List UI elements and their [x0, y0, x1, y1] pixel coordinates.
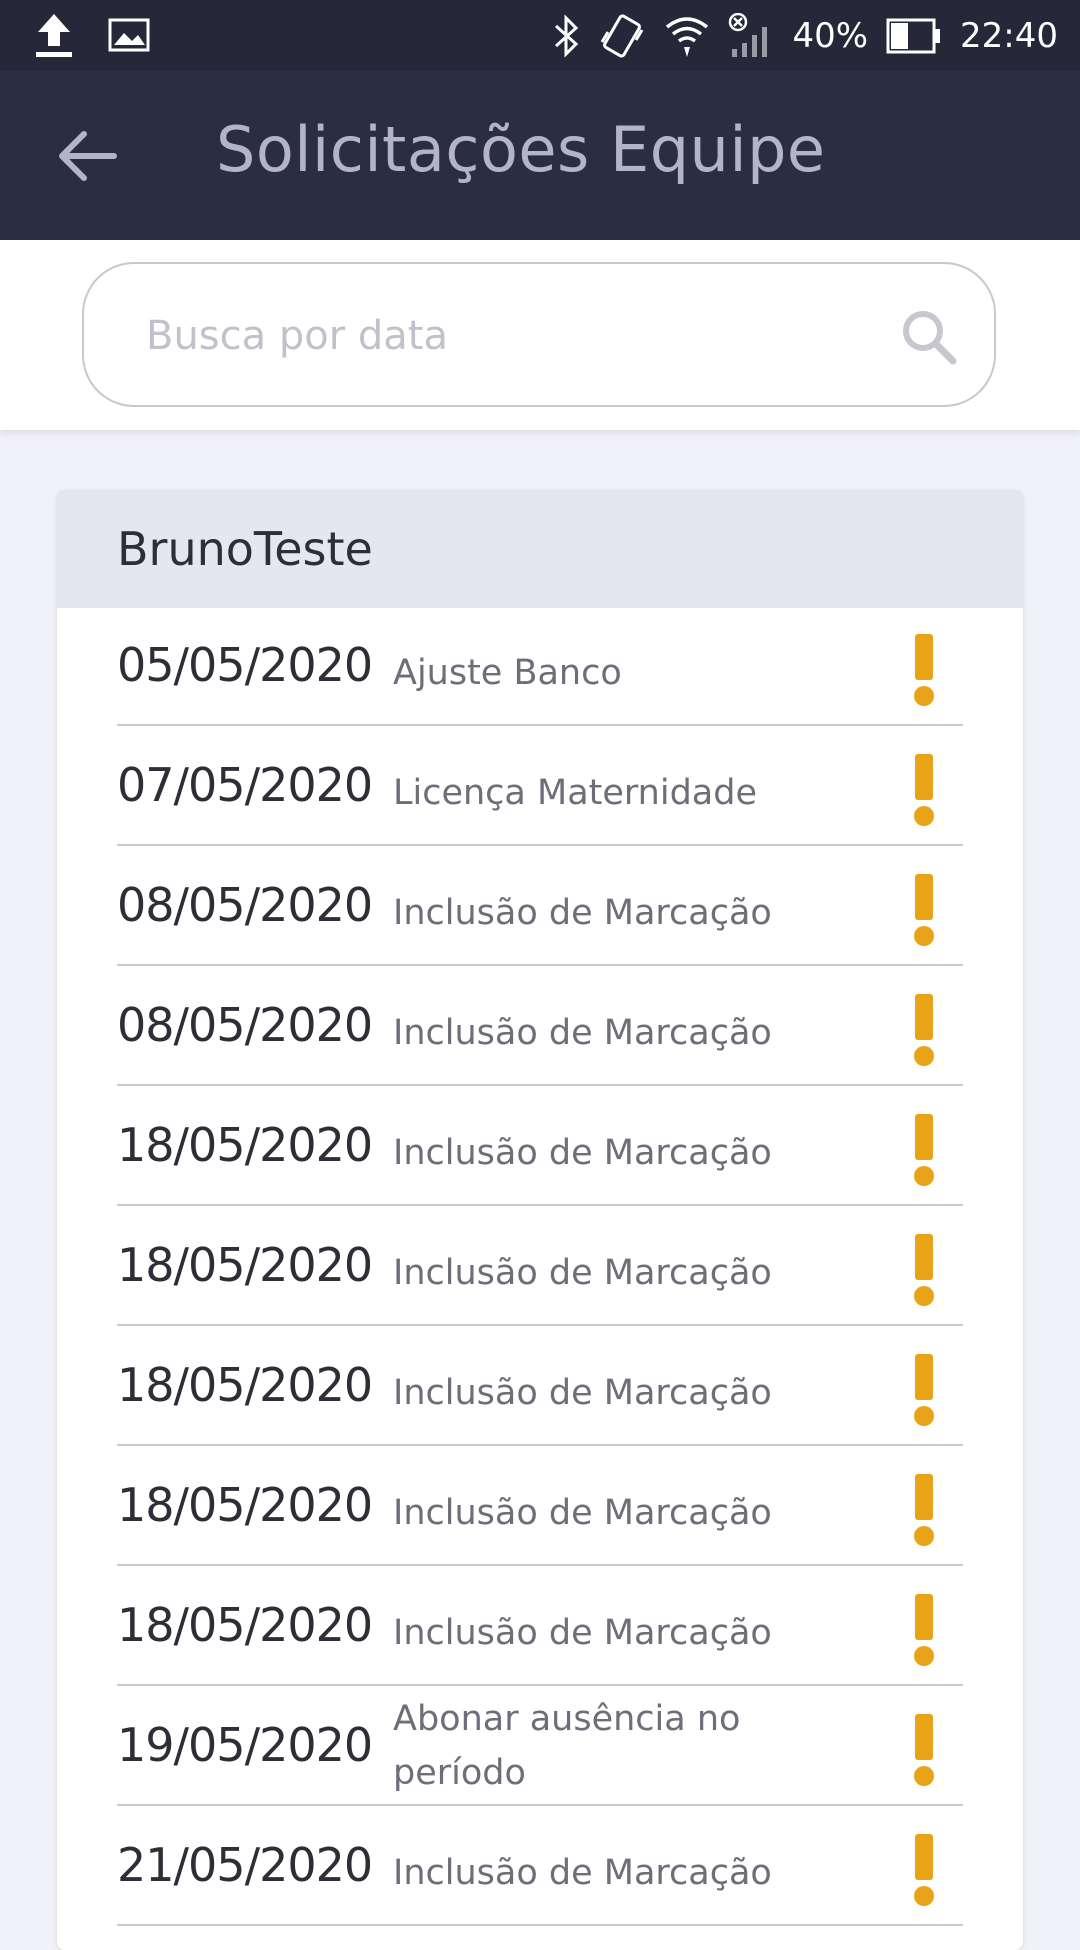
request-row[interactable]: 18/05/2020 Inclusão de Marcação — [117, 1568, 963, 1686]
search-area — [0, 240, 1080, 430]
battery-percent: 40% — [792, 16, 869, 56]
request-row[interactable]: 18/05/2020 Inclusão de Marcação — [117, 1448, 963, 1566]
exclamation-icon — [914, 874, 934, 946]
exclamation-icon — [914, 994, 934, 1066]
request-date: 08/05/2020 — [117, 998, 373, 1052]
battery-icon — [886, 18, 941, 54]
request-row[interactable]: 08/05/2020 Inclusão de Marcação — [117, 968, 963, 1086]
request-type: Abonar ausência no período — [393, 1699, 741, 1793]
signal-icon — [729, 13, 768, 57]
exclamation-icon — [914, 1834, 934, 1906]
page-title: Solicitações Equipe — [216, 113, 826, 186]
request-date: 05/05/2020 — [117, 638, 373, 692]
card-header: BrunoTeste — [57, 490, 1023, 608]
request-row[interactable]: 18/05/2020 Inclusão de Marcação — [117, 1088, 963, 1206]
exclamation-icon — [914, 1114, 934, 1186]
exclamation-icon — [914, 634, 934, 706]
request-type: Inclusão de Marcação — [393, 1613, 772, 1653]
exclamation-icon — [914, 1594, 934, 1666]
request-type: Ajuste Banco — [393, 653, 622, 693]
request-date: 18/05/2020 — [117, 1358, 373, 1412]
back-button[interactable] — [54, 123, 120, 189]
bluetooth-icon — [555, 14, 579, 58]
request-type: Licença Maternidade — [393, 773, 757, 813]
request-type: Inclusão de Marcação — [393, 1013, 772, 1053]
request-row[interactable]: 08/05/2020 Inclusão de Marcação — [117, 848, 963, 966]
request-type: Inclusão de Marcação — [393, 1373, 772, 1413]
search-box[interactable] — [82, 262, 996, 407]
status-bar: 40% 22:40 — [0, 0, 1080, 71]
request-row[interactable]: 07/05/2020 Licença Maternidade — [117, 728, 963, 846]
request-date: 21/05/2020 — [117, 1838, 373, 1892]
request-type: Inclusão de Marcação — [393, 1853, 772, 1893]
request-date: 18/05/2020 — [117, 1118, 373, 1172]
request-row[interactable]: 05/05/2020 Ajuste Banco — [117, 608, 963, 726]
request-date: 07/05/2020 — [117, 758, 373, 812]
request-row[interactable]: 18/05/2020 Inclusão de Marcação — [117, 1328, 963, 1446]
request-date: 18/05/2020 — [117, 1598, 373, 1652]
exclamation-icon — [914, 1474, 934, 1546]
wifi-icon — [666, 17, 709, 57]
request-type: Inclusão de Marcação — [393, 1493, 772, 1533]
request-type: Inclusão de Marcação — [393, 1253, 772, 1293]
vibrate-icon — [601, 14, 644, 58]
exclamation-icon — [914, 1714, 934, 1786]
exclamation-icon — [914, 754, 934, 826]
search-icon[interactable] — [900, 308, 958, 366]
arrow-left-icon — [59, 131, 117, 181]
request-row[interactable]: 19/05/2020 Abonar ausência no período — [117, 1688, 963, 1806]
request-row[interactable]: 21/05/2020 Inclusão de Marcação — [117, 1808, 963, 1926]
app-bar: Solicitações Equipe — [0, 71, 1080, 240]
upload-icon — [36, 14, 72, 57]
exclamation-icon — [914, 1354, 934, 1426]
exclamation-icon — [914, 1234, 934, 1306]
request-date: 18/05/2020 — [117, 1478, 373, 1532]
request-date: 18/05/2020 — [117, 1238, 373, 1292]
request-type: Inclusão de Marcação — [393, 1133, 772, 1173]
clock: 22:40 — [960, 16, 1058, 56]
request-type: Inclusão de Marcação — [393, 893, 772, 933]
requests-card: BrunoTeste 05/05/2020 Ajuste Banco 07/05/2… — [57, 490, 1023, 1950]
request-row[interactable]: 18/05/2020 Inclusão de Marcação — [117, 1208, 963, 1326]
search-input[interactable] — [144, 300, 868, 372]
image-icon — [108, 18, 150, 52]
request-date: 08/05/2020 — [117, 878, 373, 932]
employee-name: BrunoTeste — [117, 522, 373, 576]
request-date: 19/05/2020 — [117, 1718, 373, 1772]
